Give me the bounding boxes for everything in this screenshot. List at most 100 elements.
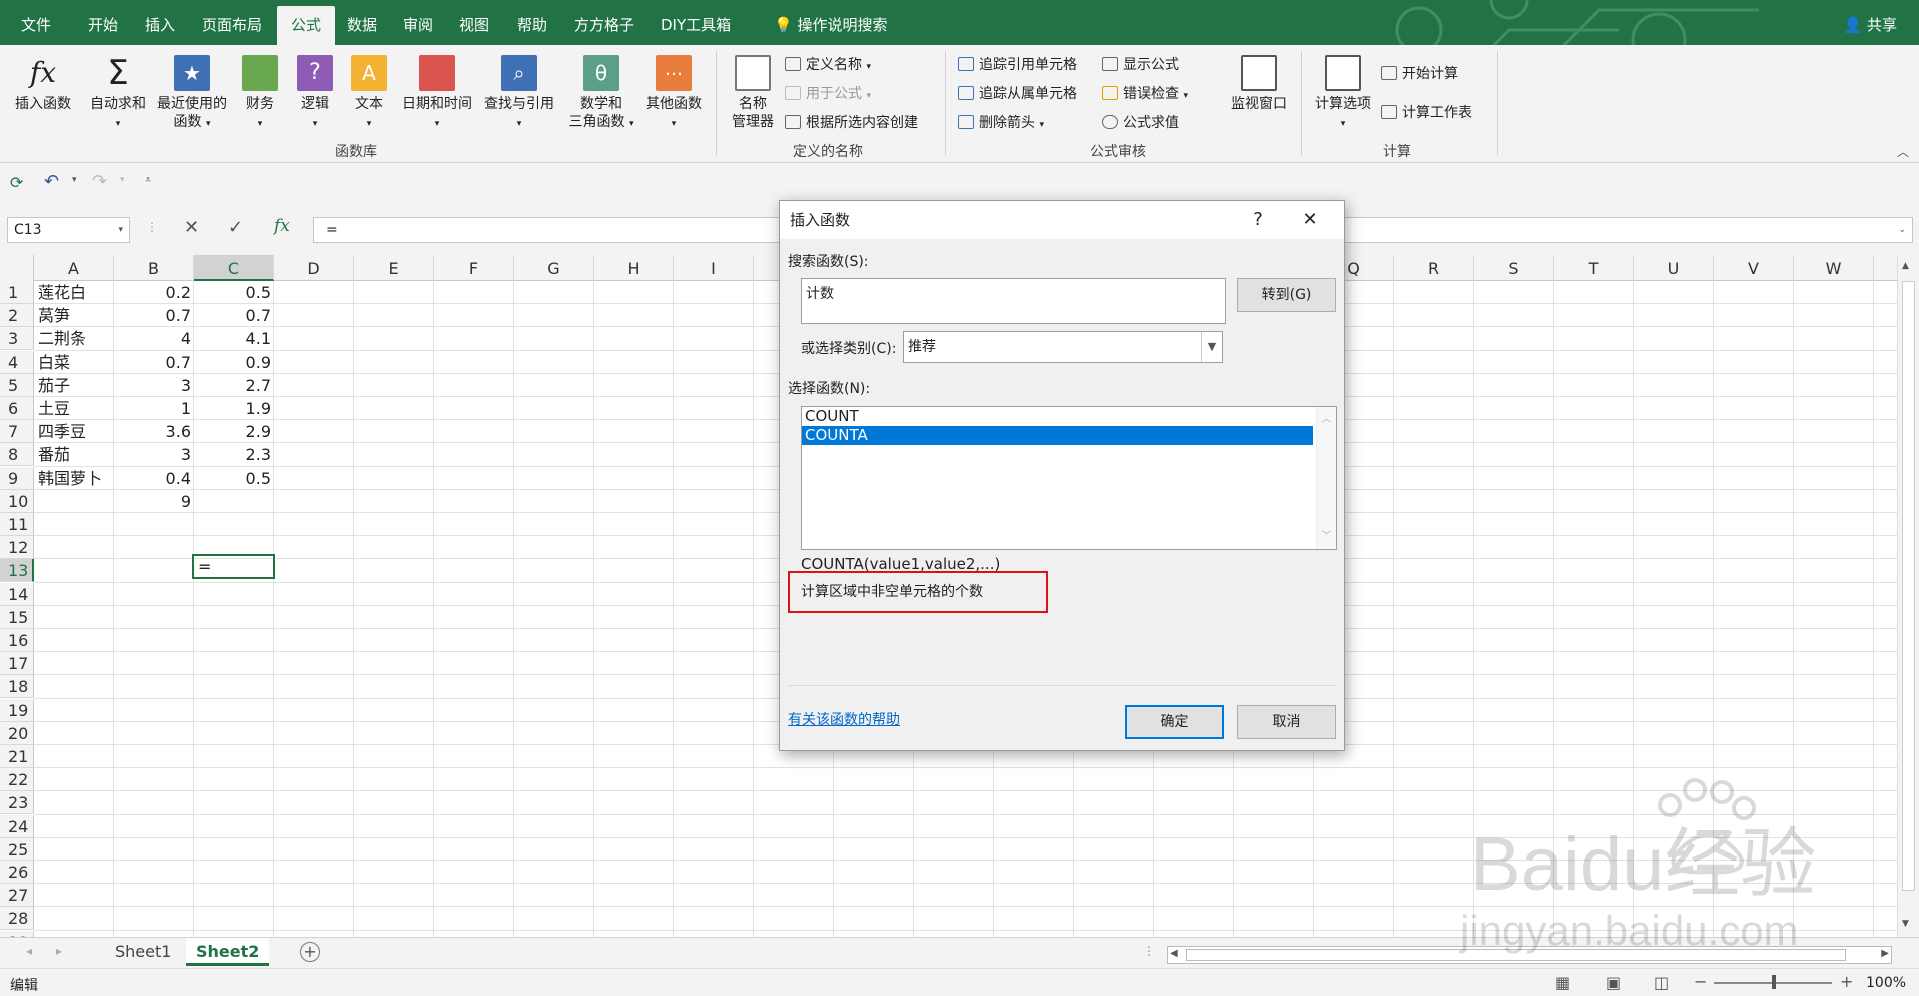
- tab-insert[interactable]: 插入: [131, 0, 189, 45]
- redo-dropdown-icon[interactable]: ▾: [120, 175, 125, 185]
- cell-a6[interactable]: 土豆: [38, 397, 114, 420]
- column-header-s[interactable]: S: [1474, 255, 1554, 281]
- function-help-link[interactable]: 有关该函数的帮助: [788, 709, 900, 729]
- scroll-up-icon[interactable]: ▲: [1902, 261, 1909, 271]
- row-header-25[interactable]: 25: [0, 837, 34, 861]
- cell-b7[interactable]: 3.6: [114, 420, 194, 443]
- redo-icon[interactable]: ↷: [92, 171, 107, 192]
- cell-b8[interactable]: 3: [114, 443, 194, 466]
- cell-b9[interactable]: 0.4: [114, 467, 194, 490]
- function-list[interactable]: COUNT COUNTA ︿ ﹀: [801, 406, 1337, 550]
- trace-dependents-button[interactable]: 追踪从属单元格: [958, 83, 1077, 103]
- calculate-sheet-button[interactable]: 计算工作表: [1381, 102, 1472, 122]
- lookup-button[interactable]: ⌕ 查找与引用 ▾: [480, 51, 558, 133]
- zoom-in-icon[interactable]: +: [1840, 972, 1853, 991]
- row-header-1[interactable]: 1: [0, 281, 34, 304]
- row-header-12[interactable]: 12: [0, 536, 34, 560]
- scroll-right-icon[interactable]: ▶: [1881, 948, 1889, 959]
- column-header-h[interactable]: H: [594, 255, 674, 281]
- row-header-9[interactable]: 9: [0, 466, 34, 490]
- cell-a5[interactable]: 茄子: [38, 374, 114, 397]
- insert-function-fx-icon[interactable]: fx: [274, 216, 290, 236]
- vertical-scrollbar[interactable]: ▲ ▼: [1897, 255, 1919, 937]
- cancel-entry-icon[interactable]: ✕: [184, 217, 199, 238]
- evaluate-formula-button[interactable]: 公式求值: [1102, 112, 1179, 132]
- undo-dropdown-icon[interactable]: ▾: [72, 175, 77, 185]
- category-select[interactable]: 推荐 ▼: [903, 331, 1223, 363]
- tab-view[interactable]: 视图: [445, 0, 503, 45]
- zoom-level[interactable]: 100%: [1866, 975, 1906, 991]
- tab-diy-toolbox[interactable]: DIY工具箱: [647, 0, 745, 45]
- row-header-11[interactable]: 11: [0, 513, 34, 536]
- name-manager-button[interactable]: 名称 管理器: [726, 51, 780, 131]
- row-header-16[interactable]: 16: [0, 629, 34, 652]
- cell-c6[interactable]: 1.9: [194, 397, 274, 420]
- dialog-close-icon[interactable]: ✕: [1292, 205, 1328, 235]
- row-header-27[interactable]: 27: [0, 884, 34, 908]
- vertical-scroll-thumb[interactable]: [1902, 281, 1915, 891]
- logic-button[interactable]: ? 逻辑 ▾: [296, 51, 334, 133]
- tab-file[interactable]: 文件: [7, 0, 65, 45]
- sheet-tab-sheet1[interactable]: Sheet1: [105, 938, 181, 966]
- cell-c4[interactable]: 0.9: [194, 351, 274, 374]
- row-header-19[interactable]: 19: [0, 698, 34, 722]
- row-header-23[interactable]: 23: [0, 791, 34, 815]
- row-header-4[interactable]: 4: [0, 350, 34, 374]
- autosum-button[interactable]: Σ 自动求和 ▾: [86, 51, 150, 133]
- calc-options-button[interactable]: 计算选项 ▾: [1308, 51, 1378, 133]
- error-check-button[interactable]: 错误检查 ▾: [1102, 83, 1188, 103]
- tab-formulas[interactable]: 公式: [277, 6, 336, 45]
- recent-functions-button[interactable]: ★ 最近使用的 函数 ▾: [153, 51, 231, 133]
- select-all-corner[interactable]: [0, 255, 34, 281]
- column-header-r[interactable]: R: [1394, 255, 1474, 281]
- use-in-formula-button[interactable]: 用于公式 ▾: [785, 83, 871, 103]
- cell-b5[interactable]: 3: [114, 374, 194, 397]
- define-name-button[interactable]: 定义名称 ▾: [785, 54, 871, 74]
- cell-a4[interactable]: 白菜: [38, 351, 114, 374]
- column-header-w[interactable]: W: [1794, 255, 1874, 281]
- add-sheet-icon[interactable]: +: [300, 942, 320, 962]
- finance-button[interactable]: 财务 ▾: [240, 51, 280, 133]
- column-header-f[interactable]: F: [434, 255, 514, 281]
- cell-b1[interactable]: 0.2: [114, 281, 194, 304]
- horizontal-scroll-thumb[interactable]: [1186, 949, 1846, 961]
- confirm-entry-icon[interactable]: ✓: [228, 217, 243, 238]
- watch-window-button[interactable]: 监视窗口: [1225, 51, 1293, 113]
- cell-b10[interactable]: 9: [114, 490, 194, 513]
- chevron-down-icon[interactable]: ▼: [1201, 332, 1222, 362]
- tab-page-layout[interactable]: 页面布局: [188, 0, 276, 45]
- row-header-24[interactable]: 24: [0, 814, 34, 838]
- tab-fangfang[interactable]: 方方格子: [560, 0, 648, 45]
- cell-b6[interactable]: 1: [114, 397, 194, 420]
- datetime-button[interactable]: 日期和时间 ▾: [397, 51, 477, 133]
- row-header-2[interactable]: 2: [0, 304, 34, 328]
- column-header-b[interactable]: B: [114, 255, 194, 281]
- calculate-now-button[interactable]: 开始计算: [1381, 63, 1458, 83]
- cell-a9[interactable]: 韩国萝卜: [38, 467, 114, 490]
- row-header-8[interactable]: 8: [0, 443, 34, 467]
- column-header-c[interactable]: C: [194, 255, 274, 281]
- column-header-a[interactable]: A: [34, 255, 114, 281]
- list-scroll-up-icon[interactable]: ︿: [1317, 410, 1336, 425]
- cell-c7[interactable]: 2.9: [194, 420, 274, 443]
- zoom-slider-thumb[interactable]: [1772, 975, 1776, 989]
- undo-icon[interactable]: ↶: [44, 171, 59, 192]
- name-box[interactable]: C13 ▾: [7, 217, 130, 243]
- row-header-7[interactable]: 7: [0, 420, 34, 444]
- tab-home[interactable]: 开始: [74, 0, 132, 45]
- dialog-help-button[interactable]: ?: [1240, 205, 1276, 235]
- row-header-13[interactable]: 13: [0, 559, 34, 583]
- remove-arrows-button[interactable]: 删除箭头 ▾: [958, 112, 1044, 132]
- share-button[interactable]: 👤 共享: [1844, 14, 1897, 35]
- column-header-e[interactable]: E: [354, 255, 434, 281]
- cell-c8[interactable]: 2.3: [194, 443, 274, 466]
- active-cell[interactable]: =: [192, 554, 275, 579]
- next-sheet-icon[interactable]: ▸: [56, 944, 62, 958]
- cell-c9[interactable]: 0.5: [194, 467, 274, 490]
- collapse-ribbon-icon[interactable]: ︿: [1897, 143, 1909, 160]
- goto-button[interactable]: 转到(G): [1237, 278, 1336, 312]
- function-list-scrollbar[interactable]: ︿ ﹀: [1316, 407, 1336, 549]
- normal-view-icon[interactable]: ▦: [1555, 973, 1570, 992]
- scroll-down-icon[interactable]: ▼: [1902, 919, 1909, 929]
- row-header-28[interactable]: 28: [0, 907, 34, 931]
